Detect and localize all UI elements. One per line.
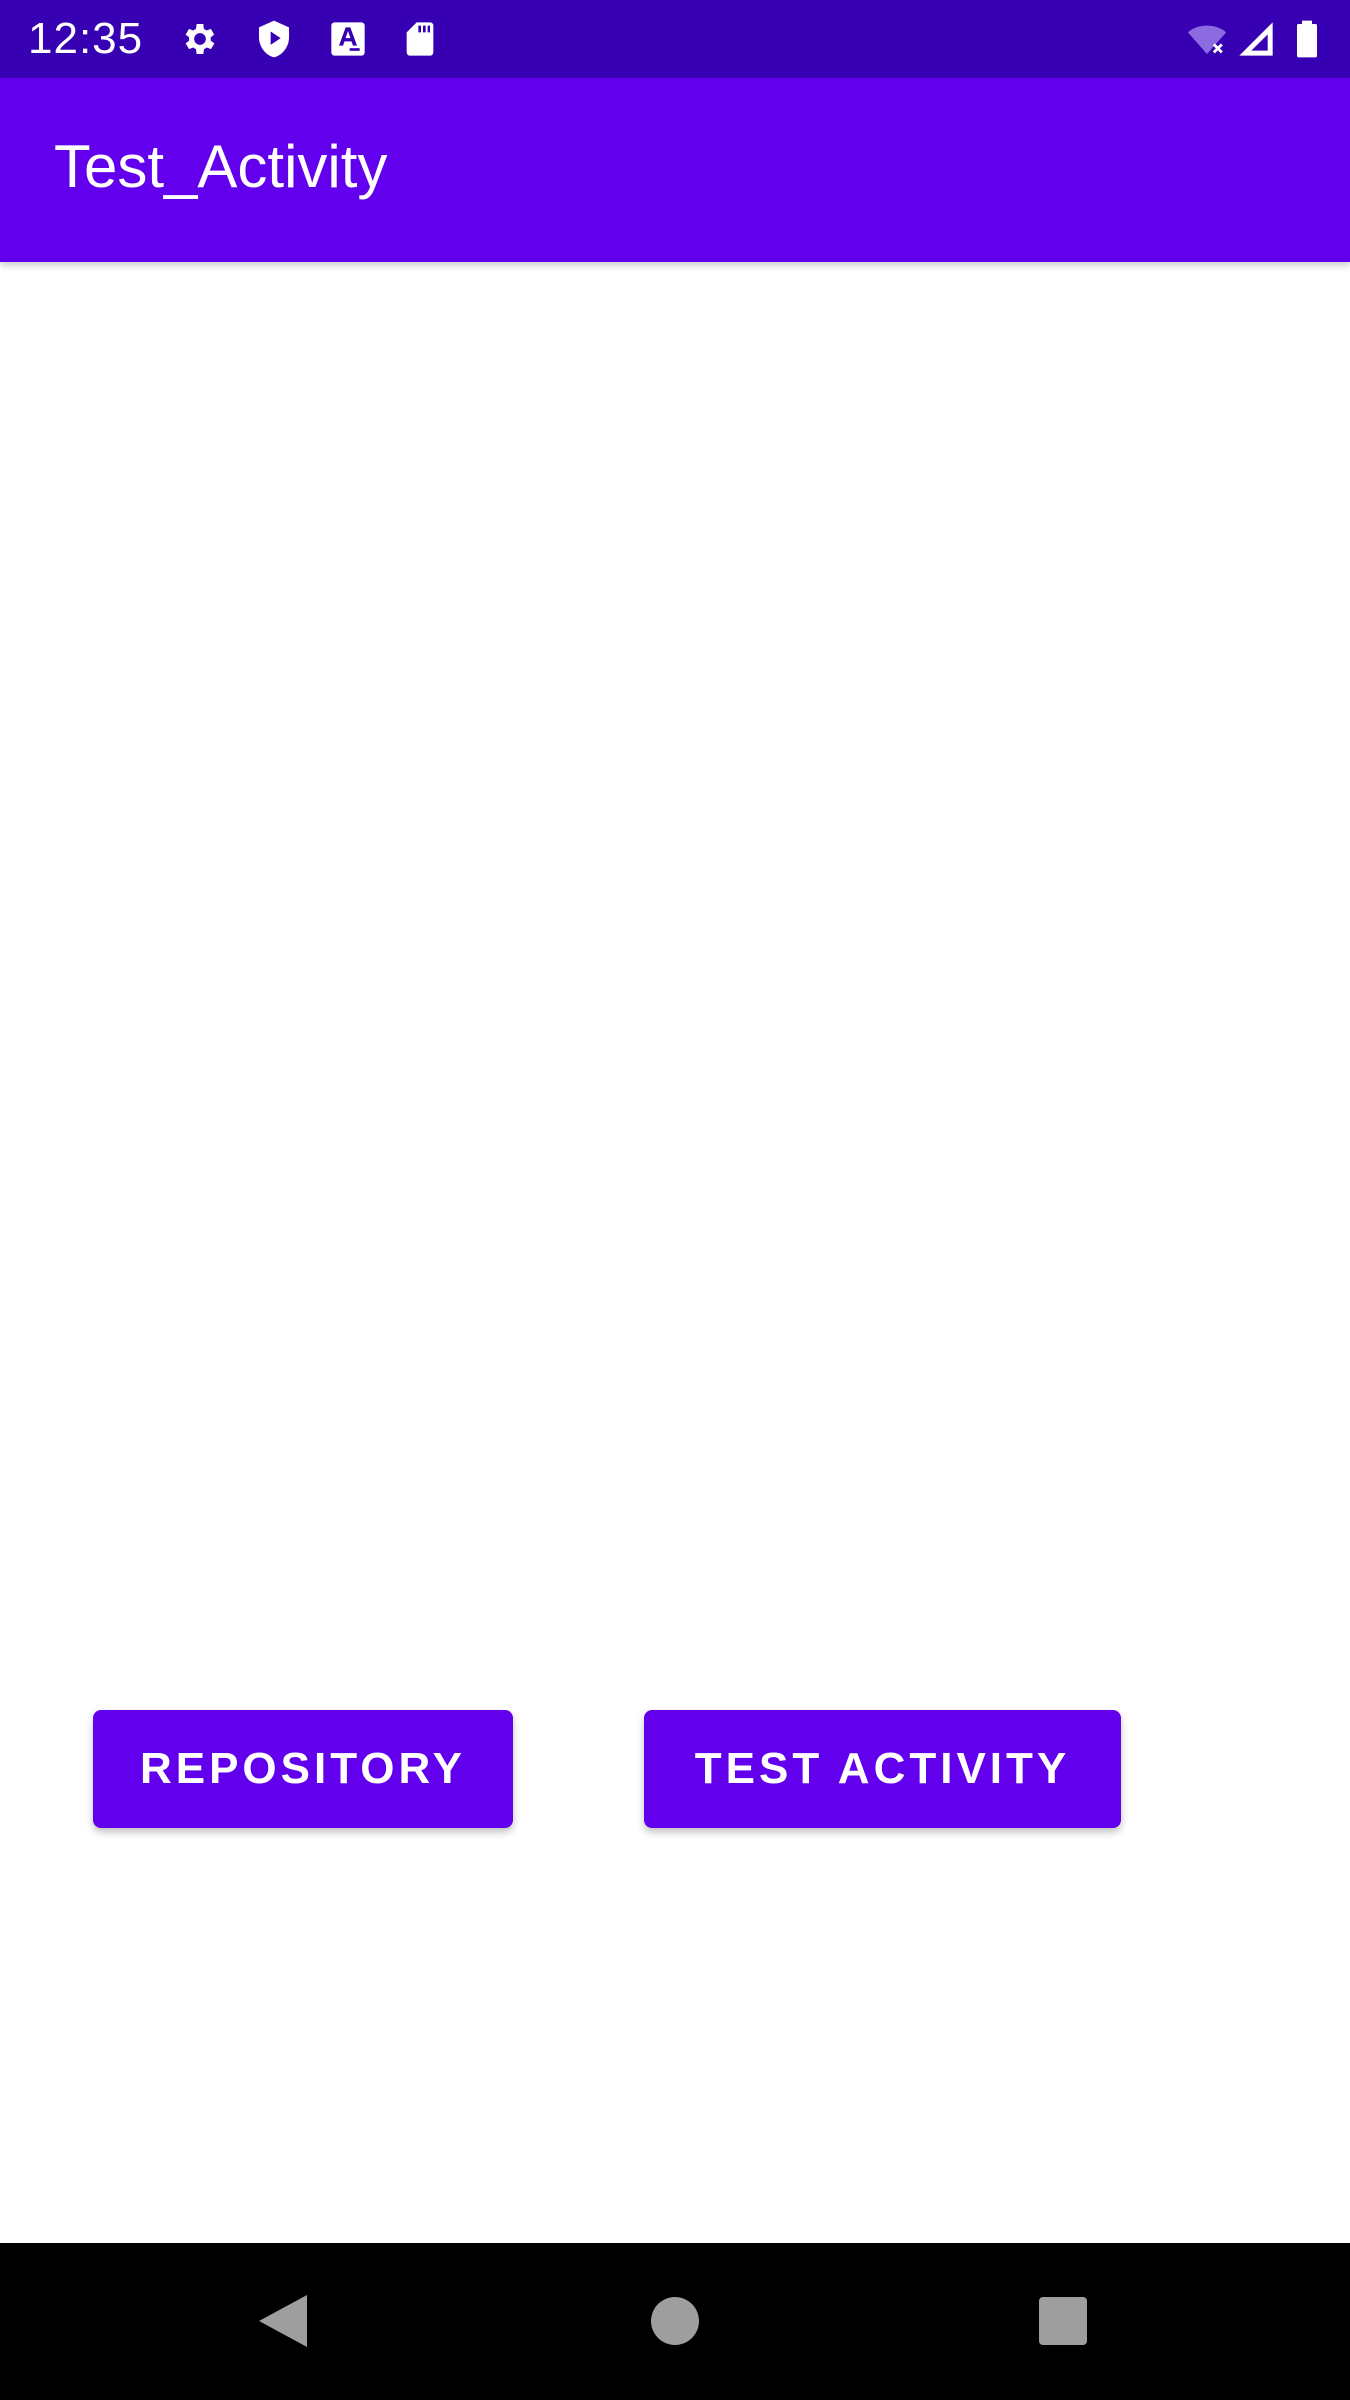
settings-icon: [180, 19, 220, 59]
text-a-icon: [328, 19, 368, 59]
cell-signal-icon: [1236, 19, 1276, 59]
wifi-off-icon: [1184, 19, 1230, 59]
status-time: 12:35: [28, 14, 144, 63]
back-button[interactable]: [230, 2268, 336, 2374]
status-bar: 12:35: [0, 0, 1350, 78]
recents-button[interactable]: [1010, 2268, 1116, 2374]
navigation-bar: [0, 2243, 1350, 2400]
page-title: Test_Activity: [54, 133, 388, 200]
home-icon: [650, 2296, 700, 2346]
back-icon: [257, 2293, 309, 2349]
play-protect-icon: [254, 19, 294, 59]
test-activity-button[interactable]: TEST ACTIVITY: [644, 1710, 1121, 1828]
app-bar: Test_Activity: [0, 78, 1350, 262]
sd-card-icon: [400, 19, 440, 59]
recents-icon: [1038, 2296, 1088, 2346]
home-button[interactable]: [622, 2268, 728, 2374]
repository-button[interactable]: REPOSITORY: [93, 1710, 513, 1828]
screen: 12:35 Test_Activity REPOSITORY TEST ACTI…: [0, 0, 1350, 2400]
battery-icon: [1292, 19, 1322, 59]
